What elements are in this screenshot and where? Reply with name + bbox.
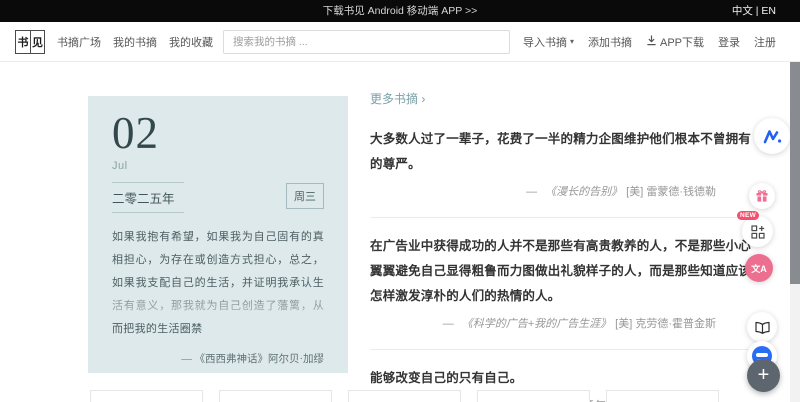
attribution-dash: — [526,186,537,198]
monica-assistant-icon[interactable] [754,118,790,154]
nav-item-my-favorites[interactable]: 我的收藏 [169,34,213,50]
quote-attribution: — 《科学的广告+我的广告生涯》 [美] 克劳德·霍普金斯 [370,315,758,331]
quote-author: [美] 克劳德·霍普金斯 [615,318,716,330]
quote-text: 在广告业中获得成功的人并不是那些有高贵教养的人，不是那些小心翼翼避免自己显得粗鲁… [370,234,758,309]
translate-icon[interactable]: 文A [745,254,773,282]
quote-item[interactable]: 在广告业中获得成功的人并不是那些有高贵教养的人，不是那些小心翼翼避免自己显得粗鲁… [370,228,758,341]
excerpt-card[interactable] [90,390,203,402]
nav-item-excerpt-plaza[interactable]: 书摘广场 [57,34,101,50]
quote-text: 能够改变自己的只有自己。 [370,366,758,391]
quote-source-title: 《漫长的告别》 [545,186,622,198]
excerpt-card[interactable] [606,390,719,402]
quote-source-title: 《科学的广告+我的广告生涯》 [462,318,611,330]
nav-item-my-excerpts[interactable]: 我的书摘 [113,34,157,50]
login-button[interactable]: 登录 [718,34,740,50]
logo-char: 见 [30,31,44,53]
navbar: 书 见 书摘广场 我的书摘 我的收藏 导入书摘 ▾ 添加书摘 APP下载 登录 … [0,22,800,62]
download-icon [646,35,657,49]
import-excerpt-dropdown[interactable]: 导入书摘 ▾ [523,34,574,50]
calendar-quote-text: 如果我抱有希望，如果我为自己固有的真相担心，为存在或创造方式担心，总之，如果我支… [112,226,324,341]
register-button[interactable]: 注册 [754,34,776,50]
app-download-promo-link[interactable]: 下载书见 Android 移动端 APP >> [0,0,800,22]
daily-calendar-card: 02 Jul 二零二五年 周三 如果我抱有希望，如果我为自己固有的真相担心，为存… [88,96,348,373]
attribution-dash: — [443,318,454,330]
add-floating-action-button[interactable]: + [747,359,780,392]
logo-char: 书 [16,31,30,53]
excerpt-card[interactable] [348,390,461,402]
reading-mode-book-icon[interactable] [747,312,777,342]
quote-author: [美] 雷蒙德·钱德勒 [626,186,716,198]
calendar-year-row: 二零二五年 周三 [112,182,324,212]
calendar-day: 02 [112,108,324,158]
calendar-year: 二零二五年 [112,182,184,213]
next-row-cards [90,390,719,402]
scrollbar-track [790,62,800,402]
more-excerpts-link[interactable]: 更多书摘 › [370,90,425,107]
calendar-quote-wrap: 如果我抱有希望，如果我为自己固有的真相担心，为存在或创造方式担心，总之，如果我支… [112,226,324,341]
quote-item[interactable]: 大多数人过了一辈子，花费了一半的精力企图维护他们根本不曾拥有的尊严。 — 《漫长的… [370,121,758,209]
language-switcher[interactable]: 中文 | EN [732,0,776,22]
divider [370,349,758,350]
new-badge: NEW [737,211,759,220]
excerpt-card[interactable] [219,390,332,402]
divider [370,217,758,218]
gift-promo-icon[interactable] [749,183,775,209]
nav-actions: 导入书摘 ▾ 添加书摘 APP下载 登录 注册 [523,34,776,50]
excerpt-list: 更多书摘 › 大多数人过了一辈子，花费了一半的精力企图维护他们根本不曾拥有的尊严… [370,90,758,402]
calendar-quote-attribution: — 《西西弗神话》阿尔贝·加缪 [112,351,324,366]
collect-extension-icon[interactable]: NEW [742,216,773,247]
app-download-button[interactable]: APP下载 [646,34,704,50]
page: 下载书见 Android 移动端 APP >> 中文 | EN 书 见 书摘广场… [0,0,800,402]
top-announcement-bar: 下载书见 Android 移动端 APP >> 中文 | EN [0,0,800,22]
add-excerpt-button[interactable]: 添加书摘 [588,34,632,50]
calendar-month: Jul [112,160,324,172]
scrollbar-thumb[interactable] [790,62,800,284]
quote-text: 大多数人过了一辈子，花费了一半的精力企图维护他们根本不曾拥有的尊严。 [370,127,758,177]
chevron-down-icon: ▾ [570,37,574,46]
search-input[interactable] [223,30,510,54]
quote-attribution: — 《漫长的告别》 [美] 雷蒙德·钱德勒 [370,183,758,199]
calendar-weekday-badge: 周三 [286,183,324,209]
site-logo[interactable]: 书 见 [15,30,45,54]
excerpt-card[interactable] [477,390,590,402]
